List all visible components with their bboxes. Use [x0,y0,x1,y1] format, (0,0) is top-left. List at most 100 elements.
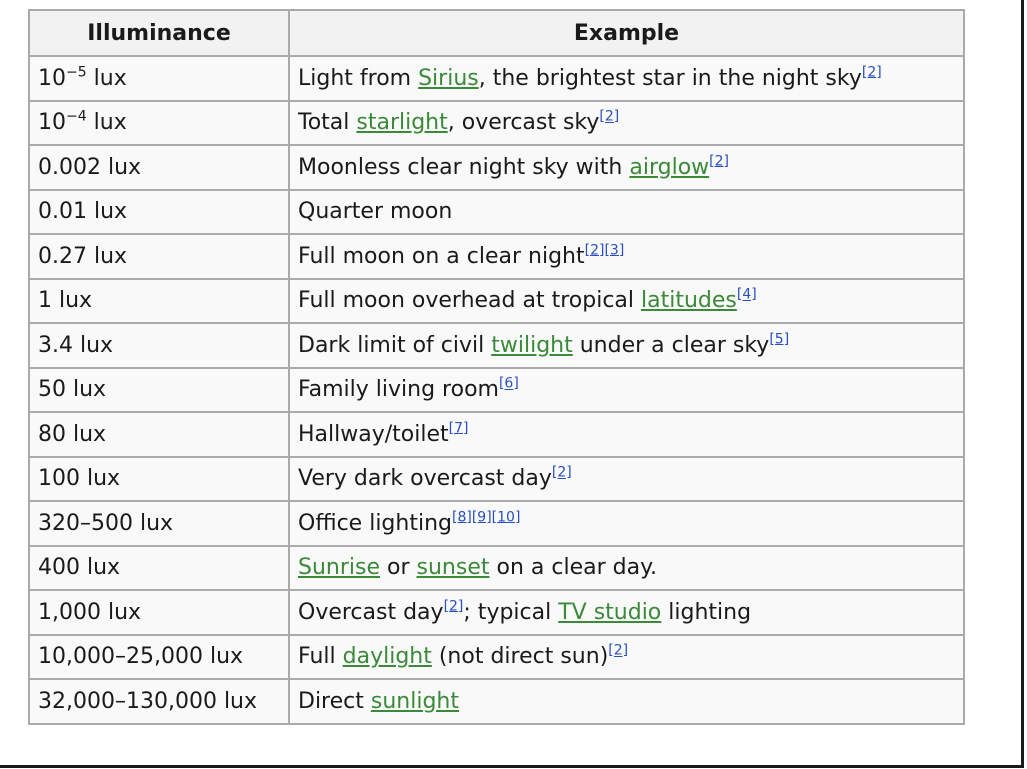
wiki-link[interactable]: airglow [629,155,709,180]
example-cell: Dark limit of civil twilight under a cle… [288,322,965,369]
citation-link[interactable]: [5] [769,331,789,347]
citation-link[interactable]: [8][9][10] [452,509,520,525]
cell-text: lux [86,65,127,91]
citation-link[interactable]: [2] [709,153,729,169]
wiki-link[interactable]: starlight [356,110,447,135]
table-row: 320–500 lux Office lighting[8][9][10] [28,500,965,547]
cell-text: Very dark overcast day [298,466,552,492]
cell-text: 0.01 lux [38,199,128,225]
citation-link[interactable]: [2] [444,598,464,614]
exponent: −4 [66,108,87,125]
citation-link[interactable]: [2] [552,465,572,481]
citation-link[interactable]: [7] [449,420,469,436]
illuminance-table: Illuminance Example 10−5 lux Light from S… [28,9,965,725]
table-header-row: Illuminance Example [28,9,965,57]
cell-text: Hallway/toilet [298,421,449,447]
example-cell: Overcast day[2]; typical TV studio light… [288,589,965,636]
illuminance-cell: 10−5 lux [28,55,290,102]
cell-text: lighting [661,599,752,625]
table-row: 100 lux Very dark overcast day[2] [28,455,965,502]
cell-text: Moonless clear night sky with [298,154,630,180]
table-row: 80 lux Hallway/toilet[7] [28,411,965,458]
column-header-illuminance: Illuminance [28,9,290,57]
example-cell: Direct sunlight [288,678,965,725]
cell-text: 3.4 lux [38,332,114,358]
table-row: 0.002 lux Moonless clear night sky with a… [28,144,965,191]
wiki-link[interactable]: Sirius [418,66,479,91]
cell-text: or [380,555,417,581]
citation-link[interactable]: [6] [499,376,519,392]
example-cell: Sunrise or sunset on a clear day. [288,544,965,591]
example-cell: Full moon on a clear night[2][3] [288,233,965,280]
illuminance-cell: 0.27 lux [28,233,290,280]
table-row: 0.27 lux Full moon on a clear night[2][3] [28,233,965,280]
cell-text: ; typical [463,599,559,625]
cell-text: Full moon on a clear night [298,243,585,269]
example-cell: Total starlight, overcast sky[2] [288,99,965,146]
cell-text: 1,000 lux [38,599,142,625]
illuminance-cell: 320–500 lux [28,500,290,547]
wiki-link[interactable]: sunlight [371,689,459,714]
illuminance-cell: 32,000–130,000 lux [28,678,290,725]
table-row: 10,000–25,000 lux Full daylight (not dire… [28,633,965,680]
table-row: 50 lux Family living room[6] [28,366,965,413]
table-row: 400 lux Sunrise or sunset on a clear day. [28,544,965,591]
illuminance-cell: 1 lux [28,277,290,324]
illuminance-cell: 100 lux [28,455,290,502]
wiki-link[interactable]: daylight [343,644,432,669]
cell-text: 0.002 lux [38,154,142,180]
example-cell: Full moon overhead at tropical latitudes… [288,277,965,324]
example-cell: Office lighting[8][9][10] [288,500,965,547]
cell-text: Office lighting [298,510,452,536]
illuminance-cell: 1,000 lux [28,589,290,636]
citation-link[interactable]: [2] [862,64,882,80]
cell-text: Direct [298,688,371,714]
table-row: 32,000–130,000 lux Direct sunlight [28,678,965,725]
cell-text: lux [86,110,127,136]
cell-text: 100 lux [38,466,121,492]
cell-text: 10 [38,65,66,91]
illuminance-cell: 80 lux [28,411,290,458]
example-cell: Very dark overcast day[2] [288,455,965,502]
cell-text: on a clear day. [489,555,657,581]
cell-text: Full moon overhead at tropical [298,288,641,314]
cell-text: 320–500 lux [38,510,174,536]
cell-text: 32,000–130,000 lux [38,688,258,714]
illuminance-cell: 50 lux [28,366,290,413]
wiki-link[interactable]: twilight [491,333,573,358]
cell-text: under a clear sky [572,332,770,358]
table-row: 1 lux Full moon overhead at tropical lati… [28,277,965,324]
cell-text: , the brightest star in the night sky [478,65,862,91]
illuminance-cell: 3.4 lux [28,322,290,369]
illuminance-cell: 10,000–25,000 lux [28,633,290,680]
illuminance-cell: 0.01 lux [28,188,290,235]
table-row: 10−5 lux Light from Sirius, the brightest… [28,55,965,102]
citation-link[interactable]: [2] [608,643,628,659]
example-cell: Family living room[6] [288,366,965,413]
cell-text: 1 lux [38,288,93,314]
example-cell: Full daylight (not direct sun)[2] [288,633,965,680]
citation-link[interactable]: [2] [599,109,619,125]
citation-link[interactable]: [2][3] [585,242,625,258]
cell-text: , overcast sky [447,110,600,136]
cell-text: 50 lux [38,377,107,403]
exponent: −5 [66,64,87,81]
wiki-link[interactable]: TV studio [558,600,661,625]
cell-text: 80 lux [38,421,107,447]
cell-text: Full [298,644,343,670]
column-header-example: Example [288,9,965,57]
citation-link[interactable]: [4] [737,287,757,303]
example-cell: Light from Sirius, the brightest star in… [288,55,965,102]
cell-text: 10,000–25,000 lux [38,644,244,670]
table-body: 10−5 lux Light from Sirius, the brightest… [28,55,965,725]
wiki-link[interactable]: sunset [417,555,490,580]
table-row: 0.01 lux Quarter moon [28,188,965,235]
example-cell: Hallway/toilet[7] [288,411,965,458]
example-cell: Quarter moon [288,188,965,235]
wiki-link[interactable]: latitudes [641,288,737,313]
cell-text: Family living room [298,377,499,403]
cell-text: 10 [38,110,66,136]
cell-text: Total [298,110,357,136]
wiki-link[interactable]: Sunrise [298,555,380,580]
illuminance-cell: 0.002 lux [28,144,290,191]
